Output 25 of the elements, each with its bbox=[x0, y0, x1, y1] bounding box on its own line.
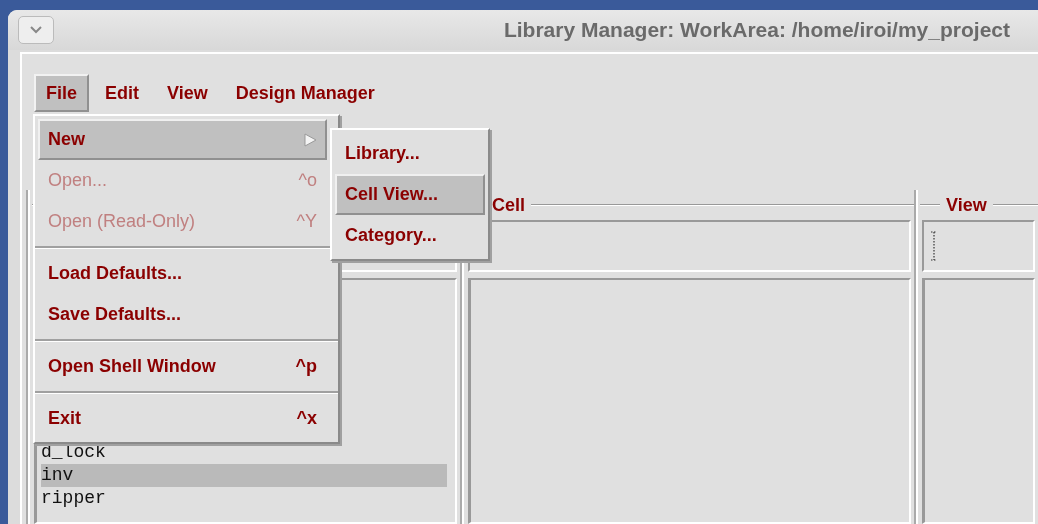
library-list-item[interactable]: inv bbox=[41, 464, 447, 487]
chevron-down-icon bbox=[29, 25, 43, 35]
menu-item[interactable]: New bbox=[38, 119, 327, 160]
window-title: Library Manager: WorkArea: /home/iroi/my_project bbox=[503, 18, 1010, 42]
menu-item[interactable]: Exit ^x bbox=[38, 398, 327, 439]
view-field[interactable] bbox=[922, 220, 1035, 272]
menu-bar-item[interactable]: Edit bbox=[93, 74, 151, 112]
menu-bar-item[interactable]: File bbox=[34, 74, 89, 112]
shortcut-label: ^x bbox=[296, 408, 317, 429]
menu-bar-item[interactable]: View bbox=[155, 74, 220, 112]
menu-item[interactable]: Load Defaults... bbox=[38, 253, 327, 294]
menu-item[interactable]: Library... bbox=[335, 133, 485, 174]
library-list-item[interactable]: ripper bbox=[41, 487, 447, 510]
column-header: View bbox=[946, 194, 987, 216]
menu-item[interactable]: Save Defaults... bbox=[38, 294, 327, 335]
menu-bar-item[interactable]: Design Manager bbox=[223, 74, 387, 112]
shortcut-label: ^Y bbox=[296, 211, 317, 232]
cell-field[interactable] bbox=[468, 220, 911, 272]
window-menu-button[interactable] bbox=[18, 16, 54, 44]
menu-item[interactable]: Open Shell Window ^p bbox=[38, 346, 327, 387]
shortcut-label: ^p bbox=[295, 356, 317, 377]
menu-item[interactable]: Category... bbox=[335, 215, 485, 256]
column-header: Cell bbox=[492, 194, 525, 216]
shortcut-label: ^o bbox=[298, 170, 317, 191]
menu-item[interactable]: Cell View... bbox=[335, 174, 485, 215]
